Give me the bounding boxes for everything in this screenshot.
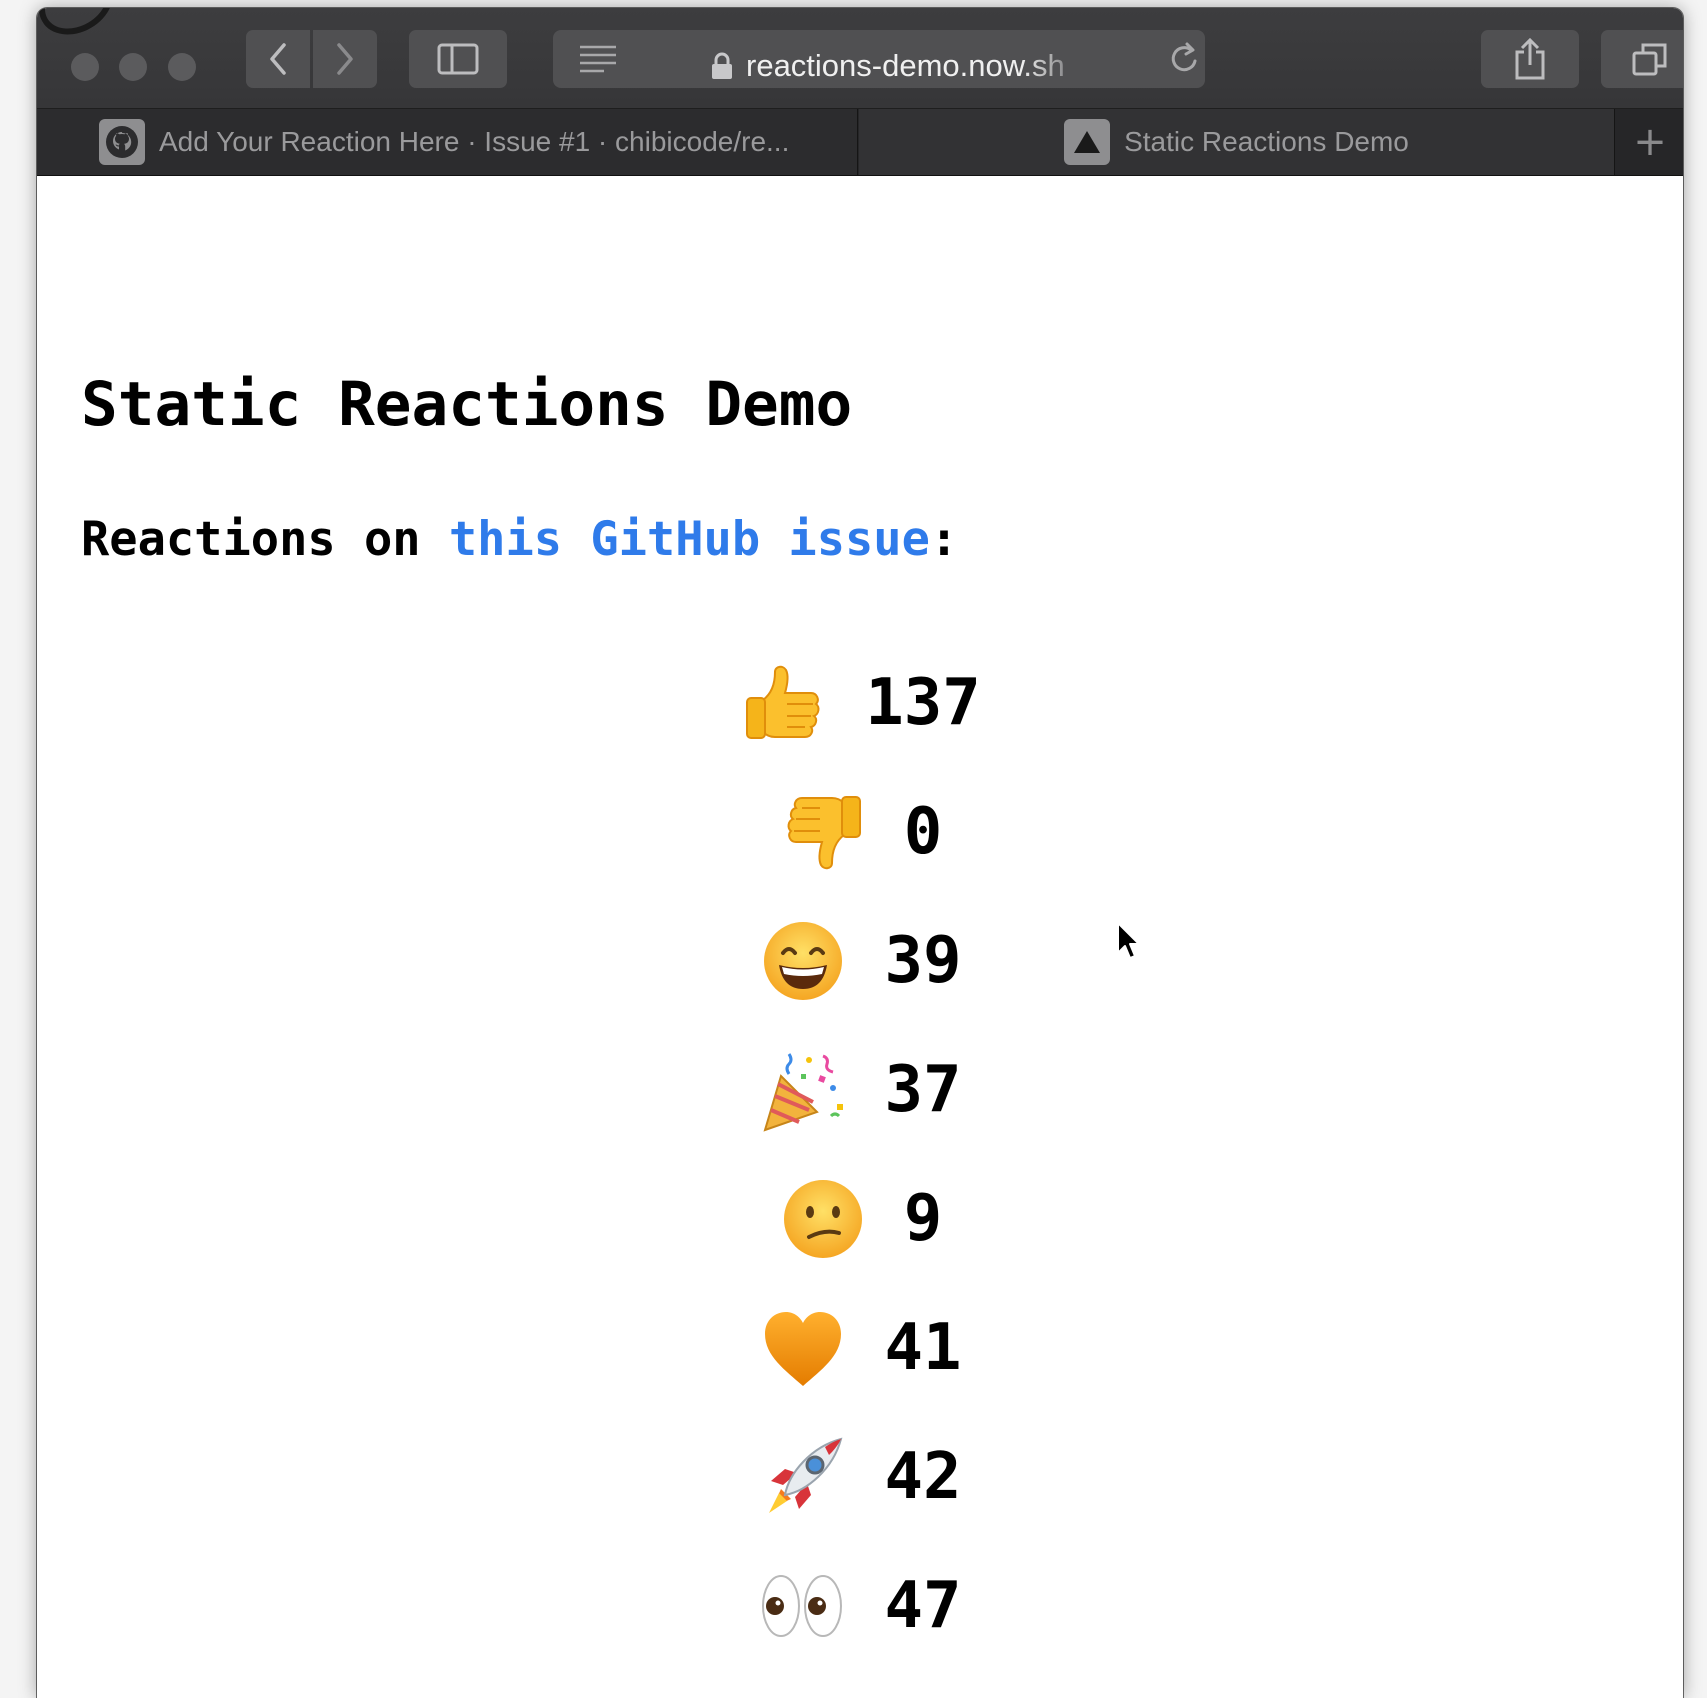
party-popper-icon (758, 1045, 848, 1135)
thumbs-down-icon (778, 787, 868, 877)
eyes-icon (758, 1561, 848, 1651)
reactions-list: 137 0 39 37 9 41 42 47 (37, 638, 1683, 1670)
tab-title: Static Reactions Demo (1124, 126, 1409, 157)
reaction-count: 9 (903, 1181, 943, 1256)
reaction-item: 0 (37, 767, 1683, 896)
page-title: Static Reactions Demo (81, 369, 853, 440)
share-button[interactable] (1481, 30, 1579, 88)
url-text[interactable]: reactions-demo.now.sh (746, 46, 1091, 86)
mouse-cursor-icon (1117, 922, 1140, 959)
reaction-count: 39 (884, 923, 962, 998)
reaction-count: 47 (884, 1568, 962, 1643)
sidebar-toggle-button[interactable] (409, 30, 507, 88)
orange-heart-icon (758, 1303, 848, 1393)
laugh-icon (758, 916, 848, 1006)
reload-button[interactable] (1167, 30, 1201, 88)
back-button[interactable] (246, 30, 310, 88)
github-issue-link[interactable]: this GitHub issue (449, 512, 930, 567)
new-tab-button[interactable]: + (1617, 109, 1683, 175)
subtitle-suffix: : (929, 512, 959, 567)
subtitle-prefix: Reactions on (81, 512, 449, 567)
reaction-item: 37 (37, 1025, 1683, 1154)
reaction-count: 42 (884, 1439, 962, 1514)
rocket-icon (758, 1432, 848, 1522)
browser-window: reactions-demo.now.sh Add Your Reaction … (37, 8, 1683, 1698)
reaction-count: 37 (884, 1052, 962, 1127)
sidebar-icon (437, 43, 479, 75)
reaction-item: 137 (37, 638, 1683, 767)
tab-github-issue[interactable]: Add Your Reaction Here · Issue #1 · chib… (37, 109, 858, 175)
zoom-window-button[interactable] (168, 53, 196, 81)
show-tabs-button[interactable] (1601, 30, 1683, 88)
tab-static-reactions-demo[interactable]: Static Reactions Demo (859, 109, 1615, 175)
chevron-left-icon (270, 43, 286, 75)
tab-bar: Add Your Reaction Here · Issue #1 · chib… (37, 109, 1683, 176)
subtitle: Reactions on this GitHub issue: (81, 510, 958, 570)
share-icon (1515, 38, 1545, 80)
reader-view-button[interactable] (565, 30, 631, 88)
forward-button[interactable] (313, 30, 377, 88)
reaction-item: 42 (37, 1412, 1683, 1541)
lock-icon (712, 52, 732, 79)
thumbs-up-icon (739, 658, 829, 748)
tab-title: Add Your Reaction Here · Issue #1 · chib… (159, 126, 790, 157)
reaction-item: 9 (37, 1154, 1683, 1283)
reload-icon (1171, 42, 1197, 72)
reaction-item: 41 (37, 1283, 1683, 1412)
confused-face-icon (778, 1174, 868, 1264)
reaction-item: 47 (37, 1541, 1683, 1670)
page-content: Static Reactions Demo Reactions on this … (37, 176, 1683, 1698)
reader-icon (580, 45, 616, 73)
tabs-overview-icon (1632, 43, 1667, 76)
browser-toolbar: reactions-demo.now.sh (37, 8, 1683, 109)
reaction-count: 41 (884, 1310, 962, 1385)
close-window-button[interactable] (71, 53, 99, 81)
minimize-window-button[interactable] (119, 53, 147, 81)
triangle-icon (1064, 119, 1111, 165)
reaction-count: 0 (903, 794, 943, 869)
reaction-count: 137 (865, 665, 981, 740)
reaction-item: 39 (37, 896, 1683, 1025)
chevron-right-icon (337, 43, 353, 75)
github-icon (99, 119, 145, 165)
